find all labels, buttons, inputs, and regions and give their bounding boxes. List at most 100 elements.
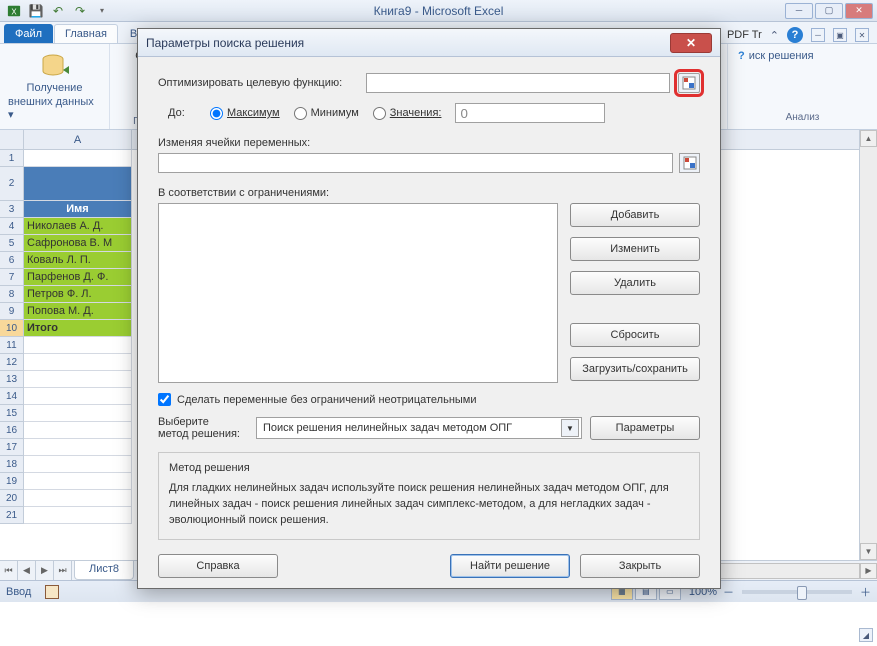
row-header[interactable]: 15 [0,405,24,422]
scroll-right-icon[interactable]: ▶ [860,563,877,579]
row-header[interactable]: 14 [0,388,24,405]
value-of-input[interactable] [455,103,605,123]
dialog-title: Параметры поиска решения [146,36,304,50]
to-label: До: [168,107,196,119]
row-header[interactable]: 2 [0,167,24,201]
constraints-label: В соответствии с ограничениями: [158,187,700,199]
sheet-nav-next-icon[interactable]: ▶ [36,561,54,580]
svg-text:X: X [11,7,17,16]
row-header[interactable]: 18 [0,456,24,473]
dialog-close-button[interactable]: ✕ [670,33,712,53]
delete-constraint-button[interactable]: Удалить [570,271,700,295]
save-icon[interactable]: 💾 [28,3,44,19]
radio-max[interactable]: Максимум [210,107,280,120]
data-cell[interactable]: Коваль Л. П. [24,252,132,269]
redo-icon[interactable]: ↷ [72,3,88,19]
excel-logo-icon: X [6,3,22,19]
row-header[interactable]: 8 [0,286,24,303]
data-cell-total[interactable]: Итого [24,320,132,337]
maximize-button[interactable]: ▢ [815,3,843,19]
column-header-a[interactable]: A [24,130,132,149]
constraints-listbox[interactable] [158,203,558,383]
radio-min-input[interactable] [294,107,307,120]
sheet-nav-prev-icon[interactable]: ◀ [18,561,36,580]
method-description-box: Метод решения Для гладких нелинейных зад… [158,452,700,540]
nonneg-checkbox[interactable] [158,393,171,406]
row-header[interactable]: 6 [0,252,24,269]
load-save-button[interactable]: Загрузить/сохранить [570,357,700,381]
analysis-group-label: Анализ [738,112,867,123]
data-cell[interactable]: Сафронова В. М [24,235,132,252]
help-button[interactable]: Справка [158,554,278,578]
row-header[interactable]: 16 [0,422,24,439]
tab-pdf[interactable]: PDF Tr [727,29,762,41]
sheet-nav-last-icon[interactable]: ⏭ [54,561,72,580]
zoom-out-icon[interactable]: － [723,584,734,600]
objective-label: Оптимизировать целевую функцию: [158,77,358,89]
zoom-in-icon[interactable]: ＋ [860,584,871,600]
row-header[interactable]: 1 [0,150,24,167]
objective-input[interactable] [366,73,670,93]
row-header[interactable]: 12 [0,354,24,371]
group-dialog-launcher-icon[interactable]: ◢ [859,628,873,642]
method-label-1: Выберите [158,416,248,428]
get-external-data-button[interactable]: Получение внешних данных ▾ [8,52,101,121]
row-header[interactable]: 9 [0,303,24,320]
solver-dialog: Параметры поиска решения ✕ Оптимизироват… [137,28,721,589]
zoom-slider[interactable] [742,590,852,594]
data-cell[interactable]: Парфенов Д. Ф. [24,269,132,286]
change-constraint-button[interactable]: Изменить [570,237,700,261]
solve-button[interactable]: Найти решение [450,554,570,578]
undo-icon[interactable]: ↶ [50,3,66,19]
row-header[interactable]: 21 [0,507,24,524]
minimize-button[interactable]: － [785,3,813,19]
variables-input[interactable] [158,153,673,173]
qat-dropdown-icon[interactable]: ▾ [94,3,110,19]
row-header[interactable]: 10 [0,320,24,337]
select-all-corner[interactable] [0,130,24,149]
row-header[interactable]: 3 [0,201,24,218]
radio-min[interactable]: Минимум [294,107,359,120]
row-header[interactable]: 17 [0,439,24,456]
radio-value-input[interactable] [373,107,386,120]
sheet-nav-first-icon[interactable]: ⏮ [0,561,18,580]
row-header[interactable]: 19 [0,473,24,490]
help-icon[interactable]: ? [787,27,803,43]
ribbon-group-get-data: Получение внешних данных ▾ [0,44,110,129]
method-description-text: Для гладких нелинейных задач используйте… [169,481,689,529]
params-button[interactable]: Параметры [590,416,700,440]
dialog-titlebar[interactable]: Параметры поиска решения ✕ [138,29,720,57]
chevron-down-icon[interactable]: ▼ [561,419,579,437]
sheet-tab[interactable]: Лист8 [74,561,134,580]
close-window-button[interactable]: ✕ [845,3,873,19]
solver-button[interactable]: ?иск решения [738,50,867,62]
row-header[interactable]: 5 [0,235,24,252]
scroll-up-icon[interactable]: ▲ [860,130,877,147]
workbook-close-button[interactable]: ✕ [855,28,869,42]
data-cell[interactable]: Попова М. Д. [24,303,132,320]
objective-range-picker-button[interactable] [678,73,700,93]
workbook-minimize-button[interactable]: － [811,28,825,42]
add-constraint-button[interactable]: Добавить [570,203,700,227]
data-cell[interactable]: Петров Ф. Л. [24,286,132,303]
workbook-restore-button[interactable]: ▣ [833,28,847,42]
reset-button[interactable]: Сбросить [570,323,700,347]
row-header[interactable]: 11 [0,337,24,354]
row-header[interactable]: 20 [0,490,24,507]
variables-range-picker-button[interactable] [679,153,700,173]
row-header[interactable]: 4 [0,218,24,235]
header-cell-name[interactable]: Имя [24,201,132,218]
radio-max-input[interactable] [210,107,223,120]
ribbon-minimize-icon[interactable]: ⌃ [770,29,779,42]
row-header[interactable]: 7 [0,269,24,286]
radio-value[interactable]: Значения: [373,107,442,120]
close-button[interactable]: Закрыть [580,554,700,578]
scroll-down-icon[interactable]: ▼ [860,543,877,560]
macro-record-icon[interactable] [45,585,59,599]
vertical-scrollbar[interactable]: ▲ ▼ [859,130,877,560]
data-cell[interactable]: Николаев А. Д. [24,218,132,235]
tab-home[interactable]: Главная [54,24,118,43]
row-header[interactable]: 13 [0,371,24,388]
tab-file[interactable]: Файл [4,24,53,43]
method-select[interactable]: Поиск решения нелинейных задач методом О… [256,417,582,439]
